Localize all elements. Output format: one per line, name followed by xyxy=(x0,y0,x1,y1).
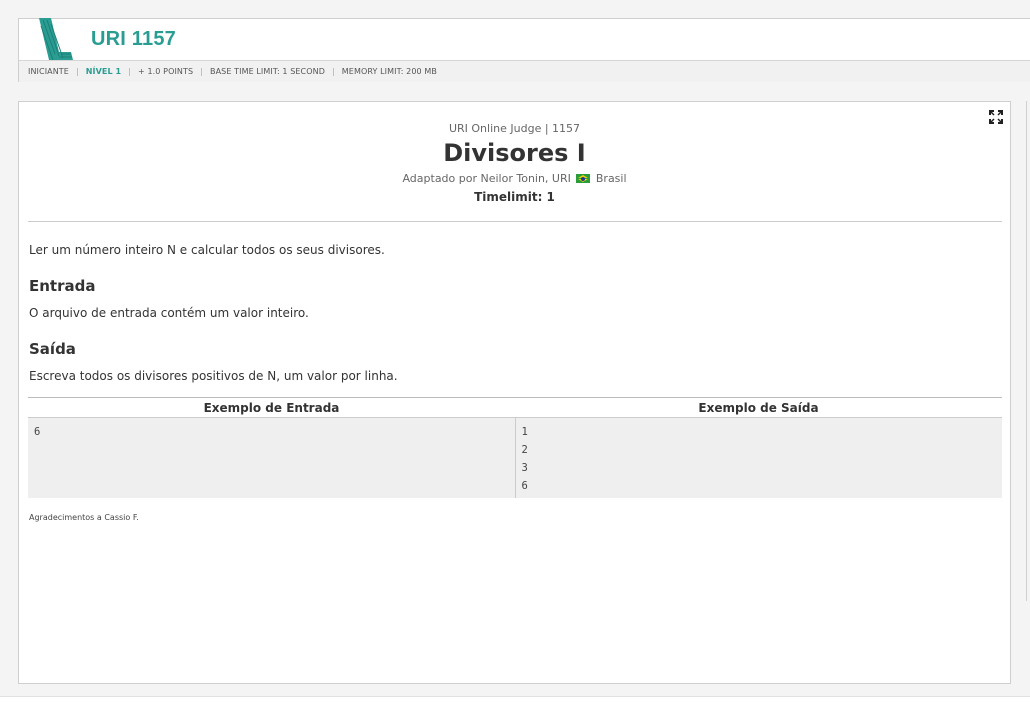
separator: | xyxy=(128,67,132,76)
samples-table: Exemplo de Entrada Exemplo de Saída 6 1 … xyxy=(28,397,1002,498)
meta-bar: INICIANTE | NÍVEL 1 | + 1.0 POINTS | BAS… xyxy=(19,61,1030,82)
sample-output-header: Exemplo de Saída xyxy=(698,401,819,415)
author-text: Adaptado por Neilor Tonin, URI xyxy=(402,172,571,185)
header-top: URI 1157 xyxy=(19,18,1030,61)
problem-header: URI 1157 INICIANTE | NÍVEL 1 | + 1.0 POI… xyxy=(18,18,1030,82)
time-limit-label: BASE TIME LIMIT: 1 SECOND xyxy=(209,67,325,76)
points-label: + 1.0 POINTS xyxy=(138,67,194,76)
scroll-edge xyxy=(1026,101,1030,601)
input-heading: Entrada xyxy=(29,277,96,295)
output-heading: Saída xyxy=(29,340,76,358)
timelimit: Timelimit: 1 xyxy=(474,190,555,204)
problem-id: URI 1157 xyxy=(91,28,176,50)
output-text: Escreva todos os divisores positivos de … xyxy=(29,369,398,383)
sample-input-header: Exemplo de Entrada xyxy=(203,401,340,415)
problem-title: Divisores I xyxy=(443,139,586,167)
separator: | xyxy=(331,67,335,76)
judge-line: URI Online Judge | 1157 xyxy=(448,122,581,135)
brazil-flag-icon xyxy=(576,174,591,183)
category-link[interactable]: INICIANTE xyxy=(28,67,69,76)
author-line: Adaptado por Neilor Tonin, URI Brasil xyxy=(19,172,1010,185)
problem-description: Ler um número inteiro N e calcular todos… xyxy=(29,243,385,257)
samples-header: Exemplo de Entrada Exemplo de Saída xyxy=(28,398,1002,418)
bottom-strip xyxy=(0,696,1030,703)
samples-body: 6 1 2 3 6 xyxy=(28,418,1002,498)
memory-limit-label: MEMORY LIMIT: 200 MB xyxy=(341,67,437,76)
divider xyxy=(28,221,1002,222)
input-text: O arquivo de entrada contém um valor int… xyxy=(29,306,309,320)
uri-logo-icon xyxy=(39,18,73,60)
sample-input: 6 xyxy=(28,418,516,498)
thanks-note: Agradecimentos a Cassio F. xyxy=(29,513,139,522)
sample-output: 1 2 3 6 xyxy=(521,426,528,492)
problem-content: URI Online Judge | 1157 Divisores I Adap… xyxy=(18,101,1011,684)
author-country: Brasil xyxy=(595,172,627,185)
level-link[interactable]: NÍVEL 1 xyxy=(86,67,121,76)
separator: | xyxy=(75,67,79,76)
separator: | xyxy=(200,67,203,76)
